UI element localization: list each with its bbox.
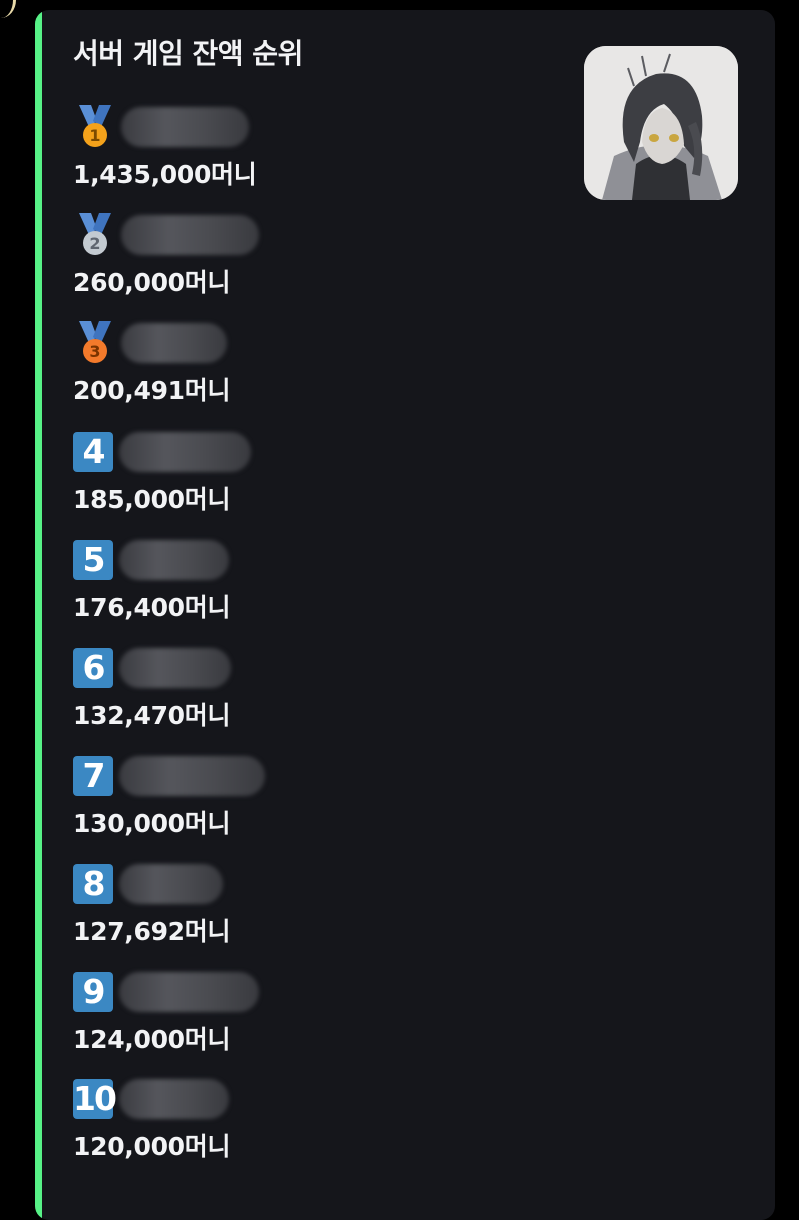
- ranking-entry-6: 6 132,470머니: [73, 646, 573, 746]
- balance-amount: 185,000머니: [73, 485, 231, 514]
- ranking-entry-9: 9 124,000머니: [73, 970, 573, 1070]
- redacted-username: [119, 432, 251, 472]
- rank-number-badge: 9: [73, 972, 113, 1012]
- balance-amount: 176,400머니: [73, 593, 231, 622]
- ranking-entry-3: 3 200,491머니: [73, 321, 573, 421]
- ranking-entry-7: 7 130,000머니: [73, 754, 573, 854]
- svg-text:3: 3: [89, 342, 100, 361]
- svg-text:2: 2: [89, 234, 100, 253]
- balance-amount: 120,000머니: [73, 1132, 231, 1161]
- ranking-entry-8: 8 127,692머니: [73, 862, 573, 962]
- ranking-embed: 서버 게임 잔액 순위 1 1,435,000머니 2 260,000머니 3 …: [35, 10, 775, 1220]
- avatar-illustration: [584, 46, 738, 200]
- balance-amount: 127,692머니: [73, 917, 231, 946]
- redacted-username: [119, 756, 265, 796]
- ranking-entry-5: 5 176,400머니: [73, 538, 573, 638]
- avatar-thumbnail[interactable]: [584, 46, 738, 200]
- svg-text:1: 1: [89, 126, 100, 145]
- balance-amount: 132,470머니: [73, 701, 231, 730]
- rank-number-badge: 10: [73, 1079, 117, 1119]
- redacted-username: [119, 540, 229, 580]
- redacted-username: [119, 972, 259, 1012]
- rank-number-badge: 7: [73, 756, 113, 796]
- balance-amount: 200,491머니: [73, 376, 231, 405]
- redacted-username: [121, 107, 249, 147]
- embed-title: 서버 게임 잔액 순위: [73, 37, 303, 70]
- redacted-username: [119, 1079, 229, 1119]
- bronze-medal-icon: 3: [79, 321, 111, 363]
- ranking-entry-10: 10 120,000머니: [73, 1077, 573, 1177]
- rank-number-badge: 5: [73, 540, 113, 580]
- balance-amount: 1,435,000머니: [73, 160, 257, 189]
- gold-medal-icon: 1: [79, 105, 111, 147]
- silver-medal-icon: 2: [79, 213, 111, 255]
- rank-number-badge: 8: [73, 864, 113, 904]
- redacted-username: [121, 323, 227, 363]
- rank-number-badge: 4: [73, 432, 113, 472]
- embed-accent-bar: [35, 10, 42, 1220]
- balance-amount: 260,000머니: [73, 268, 231, 297]
- balance-amount: 124,000머니: [73, 1025, 231, 1054]
- ranking-entry-2: 2 260,000머니: [73, 213, 573, 313]
- corner-decoration: [0, 0, 16, 18]
- ranking-entry-1: 1 1,435,000머니: [73, 105, 573, 205]
- redacted-username: [119, 864, 223, 904]
- redacted-username: [119, 648, 231, 688]
- balance-amount: 130,000머니: [73, 809, 231, 838]
- redacted-username: [121, 215, 259, 255]
- rank-number-badge: 6: [73, 648, 113, 688]
- ranking-entry-4: 4 185,000머니: [73, 430, 573, 530]
